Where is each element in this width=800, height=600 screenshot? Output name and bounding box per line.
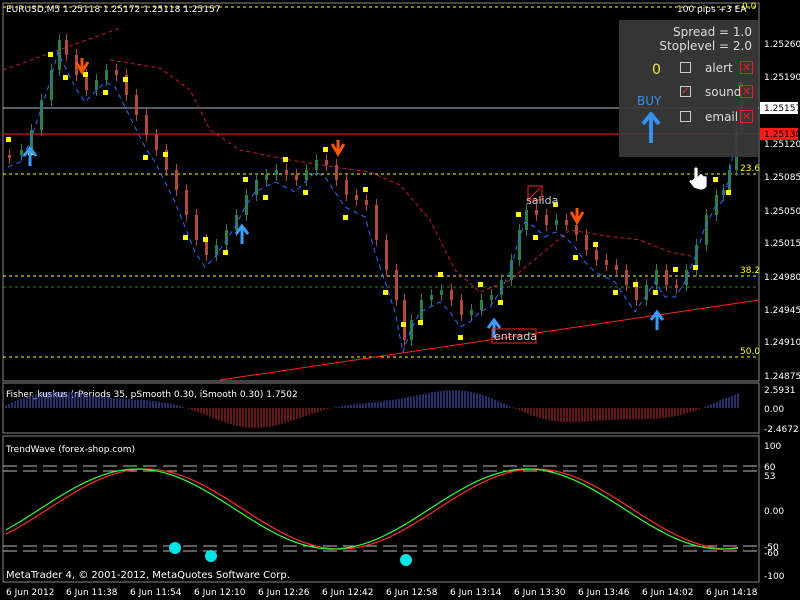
time-tick: 6 Jun 14:18	[706, 588, 758, 598]
price-tick: 1.25050	[764, 207, 800, 217]
fib-label-50: 50.0	[740, 347, 760, 357]
upper-trendline	[2, 27, 121, 71]
price-tick: 1.24945	[764, 306, 800, 316]
trendwave-lines	[5, 468, 739, 550]
trendwave-tick: -60	[764, 549, 779, 559]
signal-arrows	[22, 58, 665, 338]
copyright: MetaTrader 4, © 2001-2012, MetaQuotes So…	[6, 570, 290, 581]
time-tick: 6 Jun 12:26	[258, 588, 310, 598]
exit-label: salida	[526, 194, 558, 207]
stoplevel-label: Stoplevel = 2.0	[659, 39, 752, 53]
price-tick: 1.25015	[764, 239, 800, 249]
ea-title: 100 pips +3 EA	[677, 5, 747, 15]
up-arrow-icon	[22, 145, 38, 166]
fisher-tick: 2.5931	[764, 386, 796, 396]
time-tick: 6 Jun 12:10	[194, 588, 246, 598]
time-axis[interactable]: 6 Jun 2012 6 Jun 11:38 6 Jun 11:54 6 Jun…	[6, 588, 758, 598]
current-price-label: 1.25157	[764, 104, 800, 114]
time-tick: 6 Jun 13:46	[578, 588, 630, 598]
price-tick: 1.25085	[764, 173, 800, 183]
time-tick: 6 Jun 12:58	[386, 588, 438, 598]
time-tick: 6 Jun 12:42	[322, 588, 373, 598]
email-checkbox[interactable]	[680, 111, 691, 122]
fib-label-236: 23.6	[740, 164, 760, 174]
price-axis[interactable]: 1.25260 1.25190 1.25120 1.25085 1.25050 …	[760, 40, 800, 382]
hand-cursor-icon	[688, 166, 708, 191]
price-tick: 1.24875	[764, 372, 800, 382]
alert-checkbox[interactable]	[680, 62, 691, 73]
email-label: email	[705, 110, 739, 124]
ea-panel[interactable]: Spread = 1.0 Stoplevel = 2.0 0 alert ✕ ✓…	[619, 20, 758, 157]
entry-tag[interactable]: entrada	[491, 328, 537, 344]
red-price-label: 1.25130	[764, 130, 800, 140]
trendwave-tick: 100	[764, 442, 781, 452]
price-tick: 1.25190	[764, 73, 800, 83]
time-tick: 6 Jun 11:38	[66, 588, 118, 598]
spread-label: Spread = 1.0	[672, 25, 752, 39]
time-tick: 6 Jun 14:02	[642, 588, 693, 598]
time-tick: 6 Jun 11:54	[130, 588, 182, 598]
fisher-title: Fisher_kuskus (rPeriods 35, pSmooth 0.30…	[6, 390, 298, 400]
buy-arrow-icon[interactable]	[641, 112, 661, 144]
down-arrow-icon	[330, 140, 346, 157]
fisher-pane[interactable]: Fisher_kuskus (rPeriods 35, pSmooth 0.30…	[2, 382, 799, 435]
price-tick: 1.24910	[764, 338, 800, 348]
entry-label: entrada	[494, 330, 537, 343]
trendwave-pane[interactable]: TrendWave (forex-shop.com) 100 60 53 0.0…	[2, 435, 785, 583]
sound-label: sound	[705, 85, 742, 99]
trendwave-tick: 53	[764, 472, 775, 482]
time-tick: 6 Jun 13:30	[514, 588, 566, 598]
lower-trendline	[219, 299, 760, 381]
sound-close-icon[interactable]: ✕	[740, 85, 753, 98]
price-tick: 1.25120	[764, 140, 800, 150]
down-arrow-icon	[569, 208, 585, 225]
sound-row: ✓ sound ✕	[680, 85, 758, 101]
exit-tag[interactable]: salida	[526, 185, 558, 207]
trendwave-tick: 0.00	[764, 507, 784, 517]
fisher-tick: 0.00	[764, 405, 784, 415]
alert-label: alert	[705, 61, 733, 75]
price-tick: 1.24980	[764, 273, 800, 283]
alert-close-icon[interactable]: ✕	[740, 61, 753, 74]
trendwave-tick: -100	[764, 572, 785, 582]
fib-label-382: 38.2	[740, 266, 760, 276]
alert-row: alert ✕	[680, 61, 758, 77]
email-close-icon[interactable]: ✕	[740, 110, 753, 123]
time-tick: 6 Jun 2012	[6, 588, 54, 598]
sound-checkbox[interactable]: ✓	[680, 86, 691, 97]
trendwave-title: TrendWave (forex-shop.com)	[5, 445, 135, 455]
price-tick: 1.25260	[764, 40, 800, 50]
time-tick: 6 Jun 13:14	[450, 588, 502, 598]
signal-count: 0	[652, 62, 661, 78]
fisher-tick: -2.4672	[764, 425, 799, 435]
buy-label[interactable]: BUY	[637, 94, 661, 108]
email-row: email ✕	[680, 110, 758, 126]
trendwave-levels	[3, 465, 759, 552]
